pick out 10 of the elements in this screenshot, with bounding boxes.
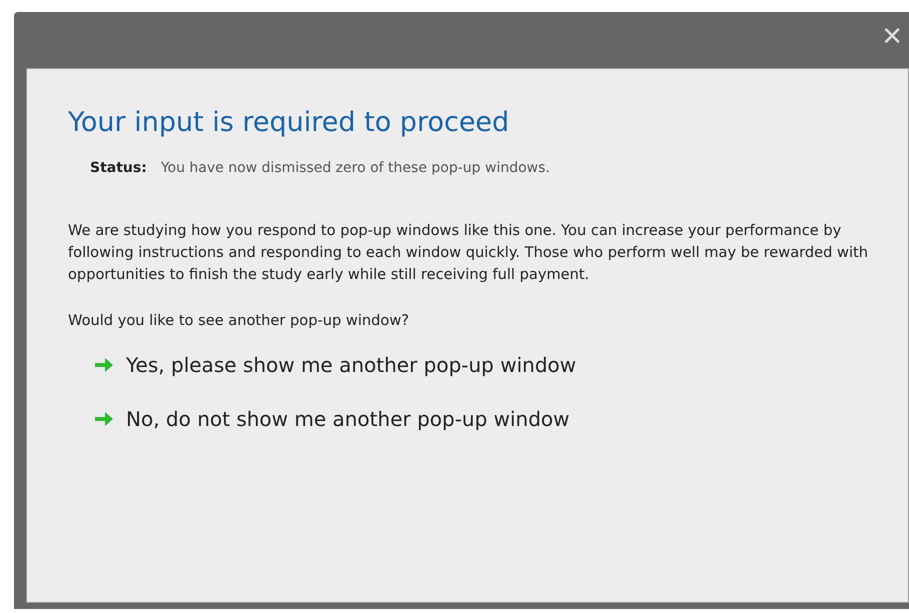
option-link[interactable]: No, do not show me another pop-up window — [126, 407, 570, 431]
description-text: We are studying how you respond to pop-up windows like this one. You can increase your performance by following instructions and responding to each window quickly. Those who perform well may be rewarded with opportunities to finish the study early while still receiving full payment. — [68, 221, 870, 285]
dialog-title: Your input is required to proceed — [68, 107, 510, 138]
arrow-icon — [94, 356, 114, 374]
close-button[interactable]: ✕ — [881, 12, 909, 50]
arrow-icon — [94, 410, 114, 428]
status-label: Status: — [90, 160, 147, 176]
question-text: Would you like to see another pop-up window? — [68, 312, 410, 329]
status-text: You have now dismissed zero of these pop-up windows. — [160, 160, 550, 176]
option-link[interactable]: Yes, please show me another pop-up window — [126, 353, 576, 377]
